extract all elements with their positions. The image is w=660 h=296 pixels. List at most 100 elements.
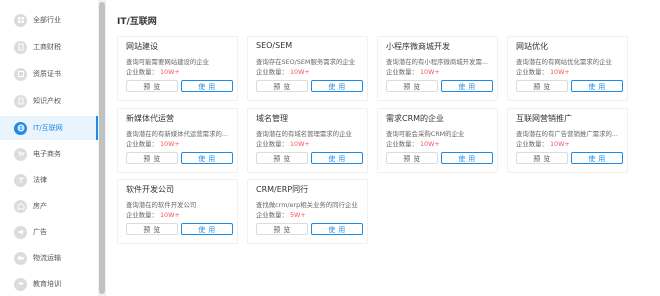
sidebar-item-real-estate[interactable]: 房产 — [0, 194, 98, 218]
card-count: 企业数量： 10W+ — [256, 67, 310, 76]
card-count: 企业数量： 10W+ — [516, 139, 570, 148]
card-count: 企业数量： 10W+ — [126, 139, 180, 148]
card-crm-erp-peers: CRM/ERP同行 查找做crm/erp相关业务的同行企业 企业数量： 5W+ 预… — [247, 179, 368, 244]
sidebar-item-all-industries[interactable]: 全部行业 — [0, 8, 98, 32]
card-title: CRM/ERP同行 — [256, 185, 309, 194]
count-value: 10W+ — [419, 68, 440, 76]
card-website-optimization: 网站优化 查询潜在的有网站优化需求的企业 企业数量： 10W+ 预 览 使 用 — [507, 36, 628, 101]
card-title: 互联网营销推广 — [516, 114, 572, 123]
sidebar-item-it-internet[interactable]: IT/互联网 — [0, 116, 98, 140]
globe-icon — [14, 121, 27, 135]
sidebar-item-label: 广告 — [33, 228, 47, 236]
card-website-building: 网站建设 查询可能需要网站建设的企业 企业数量： 10W+ 预 览 使 用 — [117, 36, 238, 101]
sidebar-item-intellectual-property[interactable]: 知识产权 — [0, 89, 98, 113]
card-title: SEO/SEM — [256, 41, 293, 50]
law-icon — [14, 173, 27, 187]
sidebar-item-label: 法律 — [33, 176, 47, 184]
preview-button[interactable]: 预 览 — [126, 80, 178, 92]
card-title: 网站优化 — [516, 42, 548, 51]
preview-button[interactable]: 预 览 — [256, 152, 308, 164]
sidebar-item-education[interactable]: 教育培训 — [0, 272, 98, 296]
card-description: 查询可能会采购CRM的企业 — [386, 130, 465, 138]
card-title: 新媒体代运营 — [126, 114, 174, 123]
sidebar: 全部行业 工商财税 资质证书 知识产权 IT/互联网 电子商务 法律 房产 广告… — [0, 0, 98, 296]
card-count: 企业数量： 10W+ — [126, 210, 180, 219]
card-new-media: 新媒体代运营 查询潜在的有新媒体代运营需求的... 企业数量： 10W+ 预 览 … — [117, 108, 238, 173]
card-description: 查询存在SEO/SEM服务需求的企业 — [256, 58, 356, 66]
preview-button[interactable]: 预 览 — [516, 152, 568, 164]
sidebar-item-label: 房产 — [33, 202, 47, 210]
count-label: 企业数量： — [386, 140, 418, 148]
use-button[interactable]: 使 用 — [181, 80, 233, 92]
card-count: 企业数量： 10W+ — [126, 67, 180, 76]
use-button[interactable]: 使 用 — [571, 80, 623, 92]
main-content: IT/互联网 网站建设 查询可能需要网站建设的企业 企业数量： 10W+ 预 览 … — [106, 0, 660, 296]
preview-button[interactable]: 预 览 — [386, 80, 438, 92]
card-internet-marketing: 互联网营销推广 查询潜在的有广告营销推广需求的... 企业数量： 10W+ 预 览… — [507, 108, 628, 173]
use-button[interactable]: 使 用 — [181, 223, 233, 235]
count-value: 10W+ — [159, 68, 180, 76]
card-count: 企业数量： 10W+ — [516, 67, 570, 76]
scrollbar-thumb[interactable] — [99, 2, 105, 294]
sidebar-item-advertising[interactable]: 广告 — [0, 220, 98, 244]
ad-icon — [14, 225, 27, 239]
count-label: 企业数量： — [516, 140, 548, 148]
count-value: 10W+ — [289, 68, 310, 76]
card-count: 企业数量： 5W+ — [256, 210, 306, 219]
sidebar-item-law[interactable]: 法律 — [0, 168, 98, 192]
card-count: 企业数量： 10W+ — [256, 139, 310, 148]
card-crm-demand: 需求CRM的企业 查询可能会采购CRM的企业 企业数量： 10W+ 预 览 使 用 — [377, 108, 498, 173]
card-description: 查询可能需要网站建设的企业 — [126, 58, 210, 66]
count-value: 10W+ — [159, 211, 180, 219]
card-description: 查询潜在的有域名管理需求的企业 — [256, 130, 352, 138]
count-label: 企业数量： — [256, 140, 288, 148]
sidebar-item-label: 电子商务 — [33, 150, 61, 158]
count-value: 10W+ — [419, 140, 440, 148]
card-miniprogram-mall: 小程序微商城开发 查询潜在的有小程序微商城开发需... 企业数量： 10W+ 预 … — [377, 36, 498, 101]
card-title: 需求CRM的企业 — [386, 114, 445, 123]
preview-button[interactable]: 预 览 — [256, 80, 308, 92]
use-button[interactable]: 使 用 — [441, 80, 493, 92]
card-count: 企业数量： 10W+ — [386, 67, 440, 76]
sidebar-item-label: 全部行业 — [33, 16, 61, 24]
use-button[interactable]: 使 用 — [311, 152, 363, 164]
count-value: 10W+ — [159, 140, 180, 148]
sidebar-item-label: 工商财税 — [33, 43, 61, 51]
sidebar-item-ecommerce[interactable]: 电子商务 — [0, 142, 98, 166]
use-button[interactable]: 使 用 — [181, 152, 233, 164]
sidebar-item-certificates[interactable]: 资质证书 — [0, 62, 98, 86]
sidebar-item-label: 资质证书 — [33, 70, 61, 78]
use-button[interactable]: 使 用 — [311, 223, 363, 235]
count-value: 10W+ — [549, 140, 570, 148]
use-button[interactable]: 使 用 — [571, 152, 623, 164]
sidebar-item-logistics[interactable]: 物流运输 — [0, 246, 98, 270]
card-description: 查询潜在的有新媒体代运营需求的... — [126, 130, 228, 138]
count-label: 企业数量： — [126, 140, 158, 148]
count-label: 企业数量： — [256, 211, 288, 219]
education-icon — [14, 277, 27, 291]
sidebar-scrollbar[interactable] — [98, 0, 106, 296]
count-label: 企业数量： — [126, 68, 158, 76]
count-label: 企业数量： — [516, 68, 548, 76]
preview-button[interactable]: 预 览 — [256, 223, 308, 235]
sidebar-item-label: 知识产权 — [33, 97, 61, 105]
card-description: 查找做crm/erp相关业务的同行企业 — [256, 201, 358, 209]
use-button[interactable]: 使 用 — [311, 80, 363, 92]
card-description: 查询潜在的有广告营销推广需求的... — [516, 130, 618, 138]
use-button[interactable]: 使 用 — [441, 152, 493, 164]
sidebar-item-business-tax[interactable]: 工商财税 — [0, 35, 98, 59]
ip-icon — [14, 94, 27, 108]
grid-icon — [14, 13, 27, 27]
page-title: IT/互联网 — [117, 17, 157, 27]
certificate-icon — [14, 67, 27, 81]
preview-button[interactable]: 预 览 — [516, 80, 568, 92]
sidebar-item-label: IT/互联网 — [33, 124, 63, 132]
preview-button[interactable]: 预 览 — [126, 223, 178, 235]
count-label: 企业数量： — [386, 68, 418, 76]
preview-button[interactable]: 预 览 — [386, 152, 438, 164]
count-value: 5W+ — [289, 211, 306, 219]
truck-icon — [14, 251, 27, 265]
card-title: 域名管理 — [256, 114, 288, 123]
card-description: 查询潜在的有小程序微商城开发需... — [386, 58, 488, 66]
preview-button[interactable]: 预 览 — [126, 152, 178, 164]
